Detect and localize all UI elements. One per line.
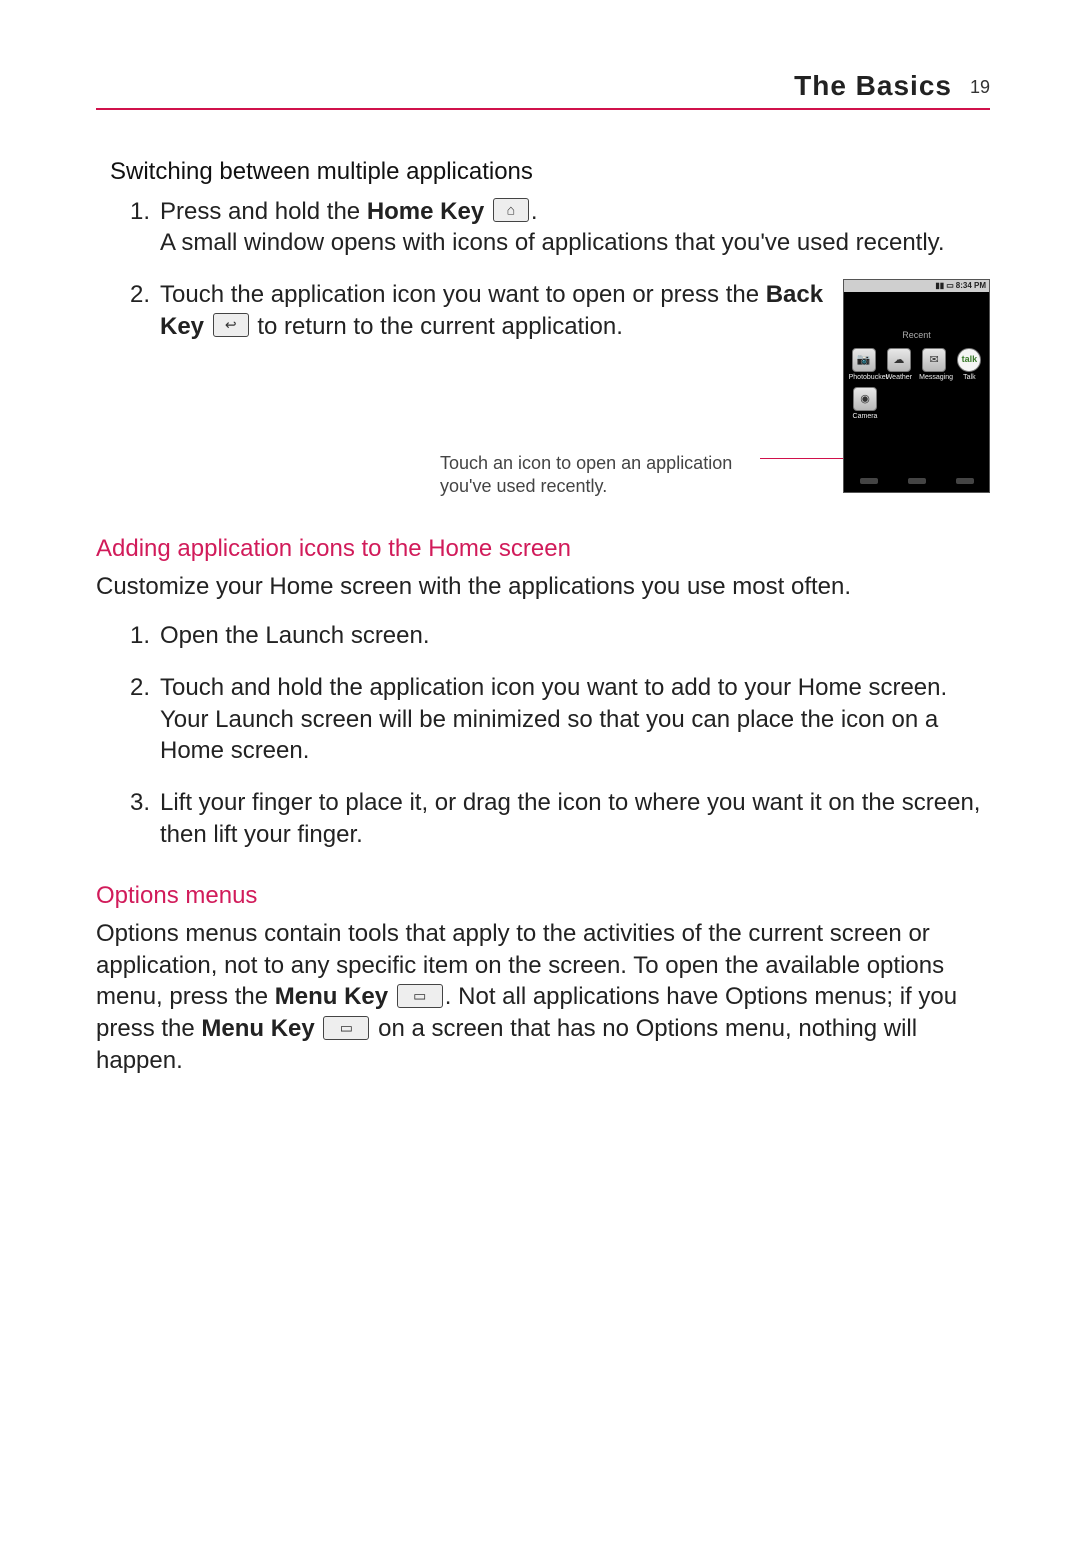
phone-nav-bar bbox=[844, 478, 989, 488]
weather-icon: ☁ bbox=[887, 348, 911, 372]
switching-step-2: 2. Touch the application icon you want t… bbox=[110, 279, 990, 493]
step-text: Touch and hold the application icon you … bbox=[160, 674, 947, 764]
app-photobucket: 📷Photobucket bbox=[849, 348, 879, 381]
heading-options: Options menus bbox=[96, 880, 990, 912]
adding-step-2: 2. Touch and hold the application icon y… bbox=[110, 672, 990, 767]
callout-text: Touch an icon to open an application you… bbox=[440, 452, 750, 497]
phone-screenshot: ▮▮ ▭ 8:34 PM Recent 📷Photobucket ☁Weathe… bbox=[843, 279, 990, 493]
figure-area: Touch an icon to open an application you… bbox=[160, 342, 827, 472]
back-key-icon: ↩ bbox=[213, 313, 249, 337]
camera-icon: 📷 bbox=[852, 348, 876, 372]
phone-app-row-2: ◉Camera bbox=[850, 387, 987, 420]
options-paragraph: Options menus contain tools that apply t… bbox=[96, 918, 990, 1076]
heading-adding: Adding application icons to the Home scr… bbox=[96, 533, 990, 565]
step-number: 2. bbox=[130, 279, 150, 311]
adding-step-1: 1. Open the Launch screen. bbox=[110, 620, 990, 652]
switching-step-1: 1. Press and hold the Home Key ⌂. A smal… bbox=[110, 196, 990, 259]
page-header: The Basics 19 bbox=[96, 70, 990, 110]
page: The Basics 19 Switching between multiple… bbox=[0, 0, 1080, 1552]
menu-key-icon: ▭ bbox=[397, 984, 443, 1008]
menu-key-label-2: Menu Key bbox=[201, 1015, 314, 1042]
step-text: Open the Launch screen. bbox=[160, 622, 430, 649]
phone-statusbar: ▮▮ ▭ 8:34 PM bbox=[844, 280, 989, 292]
app-camera: ◉Camera bbox=[850, 387, 880, 420]
talk-icon: talk bbox=[957, 348, 981, 372]
step-text-line2: A small window opens with icons of appli… bbox=[160, 229, 945, 256]
app-weather: ☁Weather bbox=[884, 348, 914, 381]
menu-key-label-1: Menu Key bbox=[275, 983, 388, 1010]
heading-switching: Switching between multiple applications bbox=[110, 156, 990, 188]
step-number: 3. bbox=[130, 787, 150, 819]
status-time: 8:34 PM bbox=[956, 281, 986, 292]
step-text-after: to return to the current application. bbox=[251, 313, 623, 340]
app-talk: talkTalk bbox=[954, 348, 984, 381]
lens-icon: ◉ bbox=[853, 387, 877, 411]
page-body: Switching between multiple applications … bbox=[96, 156, 990, 1076]
step-number: 1. bbox=[130, 620, 150, 652]
step-text-prefix: Press and hold the bbox=[160, 198, 367, 225]
recent-label: Recent bbox=[844, 330, 989, 342]
home-key-icon: ⌂ bbox=[493, 198, 529, 222]
adding-steps: 1. Open the Launch screen. 2. Touch and … bbox=[110, 620, 990, 850]
step-text: Lift your finger to place it, or drag th… bbox=[160, 789, 980, 848]
envelope-icon: ✉ bbox=[922, 348, 946, 372]
section-title: The Basics bbox=[794, 70, 952, 102]
menu-key-icon: ▭ bbox=[323, 1016, 369, 1040]
app-messaging: ✉Messaging bbox=[919, 348, 949, 381]
step-number: 2. bbox=[130, 672, 150, 704]
step-text-after: . bbox=[531, 198, 538, 225]
page-number: 19 bbox=[970, 77, 990, 98]
adding-step-3: 3. Lift your finger to place it, or drag… bbox=[110, 787, 990, 850]
step-text-prefix: Touch the application icon you want to o… bbox=[160, 281, 766, 308]
step-number: 1. bbox=[130, 196, 150, 228]
signal-icon: ▮▮ bbox=[935, 281, 944, 292]
switching-steps: 1. Press and hold the Home Key ⌂. A smal… bbox=[110, 196, 990, 493]
phone-app-row-1: 📷Photobucket ☁Weather ✉Messaging talkTal… bbox=[846, 348, 987, 381]
battery-icon: ▭ bbox=[946, 281, 954, 292]
adding-intro: Customize your Home screen with the appl… bbox=[96, 571, 990, 603]
home-key-label: Home Key bbox=[367, 198, 484, 225]
